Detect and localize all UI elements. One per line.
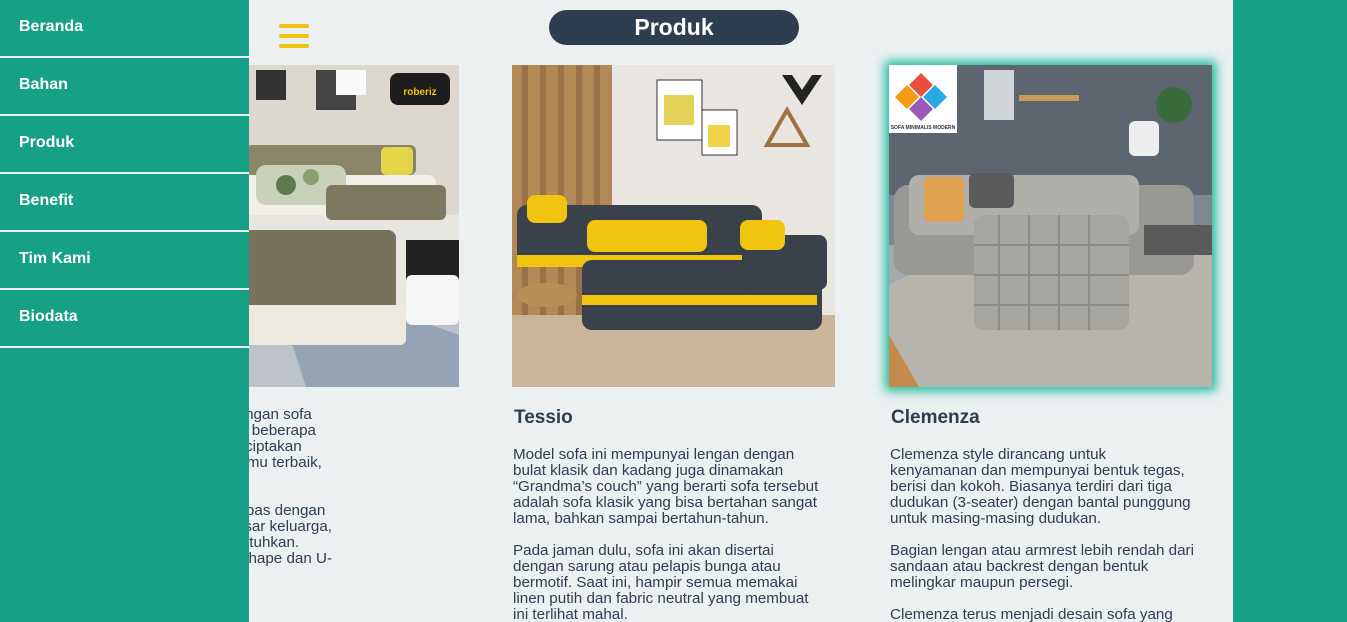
- right-border: [1233, 0, 1347, 622]
- product-description: Clemenza style dirancang untuk kenyamana…: [890, 446, 1191, 527]
- product-name: Clemenza: [891, 407, 980, 428]
- product-description: Model sofa ini mempunyai lengan dengan b…: [513, 446, 819, 527]
- brand-logo-text: SOFA MINIMALIS MODERN: [891, 125, 956, 131]
- product-card-clemenza: SOFA MINIMALIS MODERN Clemenza Clemenza …: [889, 65, 1212, 622]
- sidebar-item-biodata[interactable]: Biodata: [0, 290, 249, 348]
- sidebar-item-beranda[interactable]: Beranda: [0, 0, 249, 58]
- product-name: Tessio: [514, 407, 573, 428]
- hamburger-icon[interactable]: [279, 24, 309, 50]
- brand-logo-text: roberiz: [403, 87, 436, 98]
- sidebar-item-benefit[interactable]: Benefit: [0, 174, 249, 232]
- page-title: Produk: [549, 10, 799, 45]
- sidebar: Beranda Bahan Produk Benefit Tim Kami Bi…: [0, 0, 249, 622]
- product-description: Bagian lengan atau armrest lebih rendah …: [890, 542, 1194, 591]
- product-image: SOFA MINIMALIS MODERN: [889, 65, 1212, 387]
- product-image: [512, 65, 835, 387]
- sidebar-item-bahan[interactable]: Bahan: [0, 58, 249, 116]
- product-description: Pada jaman dulu, sofa ini akan disertai …: [513, 542, 809, 622]
- sidebar-item-tim-kami[interactable]: Tim Kami: [0, 232, 249, 290]
- product-description: Clemenza terus menjadi desain sofa yang: [890, 606, 1173, 622]
- sidebar-item-produk[interactable]: Produk: [0, 116, 249, 174]
- product-card-tessio: Tessio Model sofa ini mempunyai lengan d…: [512, 65, 835, 622]
